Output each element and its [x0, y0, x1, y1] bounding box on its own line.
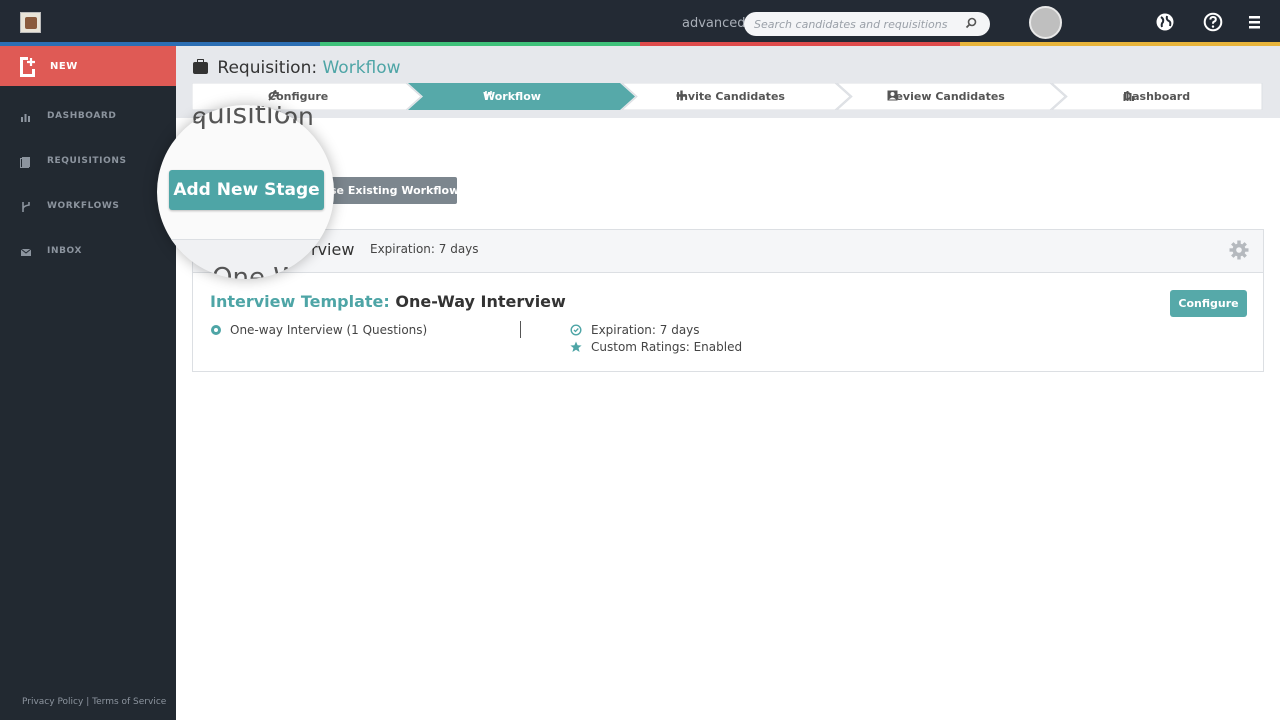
sidebar-item-label: DASHBOARD [47, 111, 117, 121]
magnified-heading: equisition [172, 105, 309, 130]
page-title: Requisition: Workflow [193, 58, 401, 78]
briefcase-icon [193, 59, 208, 74]
help-icon[interactable] [1203, 12, 1223, 32]
sidebar-item-workflows[interactable]: WORKFLOWS [0, 192, 176, 222]
sidebar-item-dashboard[interactable]: DASHBOARD [0, 102, 176, 132]
plus-icon [676, 90, 687, 101]
meta-custom-ratings: Custom Ratings: Enabled [591, 340, 743, 354]
interview-template-title: Interview Template: One-Way Interview [210, 292, 566, 311]
menu-icon[interactable] [1246, 12, 1266, 32]
new-document-icon [20, 57, 35, 77]
globe-icon[interactable] [1155, 12, 1175, 32]
step-workflow[interactable]: Workflow [483, 90, 541, 103]
interview-type: One-way Interview (1 Questions) [230, 323, 428, 337]
document-icon [20, 157, 30, 168]
app-logo[interactable] [20, 12, 41, 33]
search-box[interactable] [744, 12, 990, 36]
star-icon [570, 341, 582, 352]
page-title-prefix: Requisition: [217, 58, 318, 78]
search-input[interactable] [754, 15, 954, 33]
page-title-accent: Workflow [322, 58, 401, 78]
step-review-candidates[interactable]: Review Candidates [887, 90, 1005, 103]
bar-chart-icon [21, 114, 30, 122]
template-name: One-Way Interview [395, 292, 566, 311]
search-icon[interactable] [964, 16, 978, 30]
branch-icon [22, 202, 30, 212]
sidebar-item-label: INBOX [47, 246, 83, 256]
stage-expiration: Expiration: 7 days [370, 242, 479, 256]
branch-icon [485, 91, 492, 100]
bar-chart-icon [1123, 91, 1134, 101]
new-label: NEW [50, 61, 78, 72]
magnifier-overlay: equisition One-W Add New Stage [157, 105, 334, 279]
privacy-policy-link[interactable]: Privacy Policy [22, 697, 83, 707]
step-invite-candidates[interactable]: Invite Candidates [676, 90, 785, 103]
radio-bullet-icon [211, 325, 221, 335]
step-dashboard[interactable]: Dashboard [1123, 90, 1190, 103]
meta-expiration: Expiration: 7 days [591, 323, 700, 337]
sidebar-item-inbox[interactable]: INBOX [0, 237, 176, 267]
step-label-text: Invite Candidates [676, 90, 785, 103]
stage-card: rview Expiration: 7 days Interview Templ… [192, 229, 1264, 372]
sidebar: NEW DASHBOARD REQUISITIONS WORKFLOWS INB… [0, 46, 176, 720]
top-bar: advanced [0, 0, 1280, 44]
step-wizard: Configure Workflow Invite Candidates Rev… [192, 83, 1263, 110]
mode-label: advanced [682, 16, 746, 31]
configure-button[interactable]: Configure [1170, 290, 1247, 317]
stage-header: rview Expiration: 7 days [193, 230, 1263, 273]
sidebar-item-label: WORKFLOWS [47, 201, 120, 211]
add-new-stage-button[interactable]: Add New Stage [169, 170, 324, 210]
sidebar-item-requisitions[interactable]: REQUISITIONS [0, 147, 176, 177]
wrench-icon [268, 90, 279, 101]
sidebar-footer: Privacy Policy | Terms of Service [22, 697, 166, 707]
envelope-icon [20, 248, 32, 256]
avatar[interactable] [1029, 6, 1062, 39]
terms-of-service-link[interactable]: Terms of Service [92, 697, 166, 707]
sidebar-item-label: REQUISITIONS [47, 156, 127, 166]
clock-icon [570, 324, 582, 336]
person-icon [887, 90, 898, 101]
magnified-stage-name: One-W [212, 263, 299, 279]
gear-icon[interactable] [1229, 240, 1249, 260]
step-label-text: Review Candidates [887, 90, 1005, 103]
divider [520, 321, 521, 338]
template-prefix: Interview Template: [210, 292, 390, 311]
new-button[interactable]: NEW [0, 46, 176, 86]
footer-separator: | [86, 697, 90, 707]
